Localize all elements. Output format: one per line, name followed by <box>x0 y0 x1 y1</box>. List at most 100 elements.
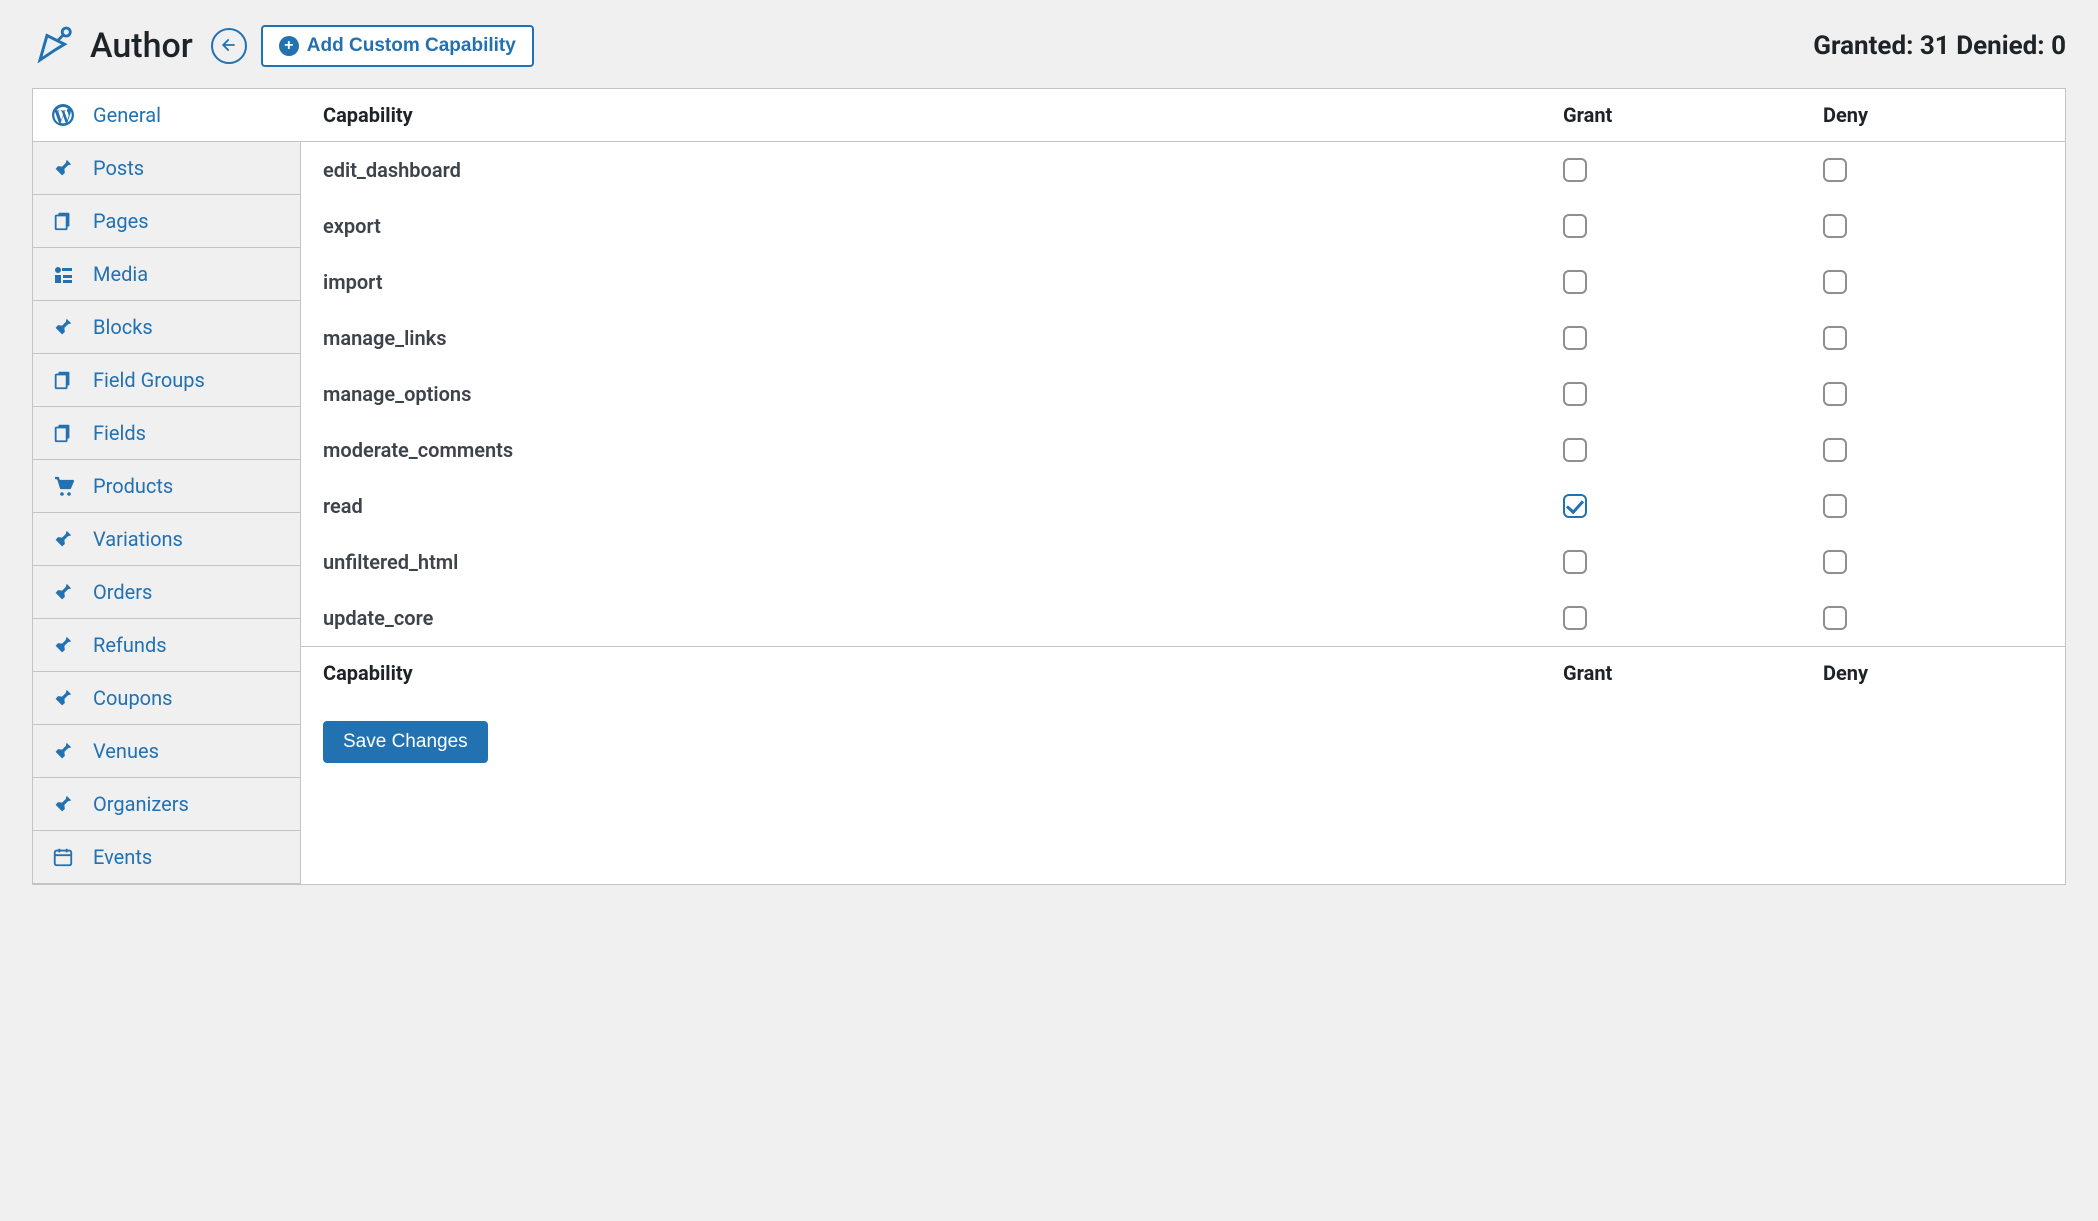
col-grant: Grant <box>1563 103 1823 127</box>
capability-name: export <box>323 214 1563 238</box>
sidebar-item-blocks[interactable]: Blocks <box>33 301 300 354</box>
deny-checkbox[interactable] <box>1823 158 1847 182</box>
deny-cell <box>1823 550 2043 574</box>
grant-cell <box>1563 550 1823 574</box>
capability-name: unfiltered_html <box>323 550 1563 574</box>
capability-name: import <box>323 270 1563 294</box>
col-grant: Grant <box>1563 661 1823 685</box>
grant-cell <box>1563 494 1823 518</box>
sidebar-item-label: Posts <box>93 156 144 180</box>
capability-row: import <box>301 254 2065 310</box>
sidebar-item-label: Fields <box>93 421 146 445</box>
table-header: Capability Grant Deny <box>301 89 2065 142</box>
deny-checkbox[interactable] <box>1823 550 1847 574</box>
grant-cell <box>1563 270 1823 294</box>
col-capability: Capability <box>323 103 1563 127</box>
main-panel: General Posts Pages Media Blocks Field Groups… <box>32 88 2066 885</box>
sidebar-item-field-groups[interactable]: Field Groups <box>33 354 300 407</box>
page-header: Author + Add Custom Capability Granted: … <box>0 0 2098 88</box>
deny-checkbox[interactable] <box>1823 606 1847 630</box>
sidebar-item-venues[interactable]: Venues <box>33 725 300 778</box>
grant-checkbox[interactable] <box>1563 326 1587 350</box>
sidebar-item-coupons[interactable]: Coupons <box>33 672 300 725</box>
back-button[interactable] <box>211 28 247 64</box>
calendar-icon <box>51 845 75 869</box>
capability-row: moderate_comments <box>301 422 2065 478</box>
sidebar-item-products[interactable]: Products <box>33 460 300 513</box>
capability-row: read <box>301 478 2065 534</box>
sidebar-item-label: Refunds <box>93 633 167 657</box>
deny-cell <box>1823 606 2043 630</box>
grant-checkbox[interactable] <box>1563 550 1587 574</box>
capability-name: moderate_comments <box>323 438 1563 462</box>
sidebar-item-pages[interactable]: Pages <box>33 195 300 248</box>
sidebar-item-label: Media <box>93 262 148 286</box>
sidebar-item-orders[interactable]: Orders <box>33 566 300 619</box>
page-title: Author <box>90 26 193 66</box>
pin-icon <box>51 315 75 339</box>
sidebar-item-label: Variations <box>93 527 183 551</box>
sidebar-item-posts[interactable]: Posts <box>33 142 300 195</box>
grant-checkbox[interactable] <box>1563 494 1587 518</box>
col-deny: Deny <box>1823 661 2043 685</box>
deny-cell <box>1823 158 2043 182</box>
sidebar-item-label: Orders <box>93 580 152 604</box>
granted-count: 31 <box>1920 31 1950 61</box>
capability-row: edit_dashboard <box>301 142 2065 198</box>
sidebar-item-media[interactable]: Media <box>33 248 300 301</box>
grant-checkbox[interactable] <box>1563 438 1587 462</box>
pin-icon <box>51 156 75 180</box>
capability-row: unfiltered_html <box>301 534 2065 590</box>
grant-checkbox[interactable] <box>1563 382 1587 406</box>
sidebar-item-label: Blocks <box>93 315 153 339</box>
sidebar-item-organizers[interactable]: Organizers <box>33 778 300 831</box>
grant-cell <box>1563 326 1823 350</box>
pin-icon <box>51 580 75 604</box>
deny-checkbox[interactable] <box>1823 270 1847 294</box>
role-icon <box>32 24 76 68</box>
grant-checkbox[interactable] <box>1563 270 1587 294</box>
cart-icon <box>51 474 75 498</box>
col-capability: Capability <box>323 661 1563 685</box>
pin-icon <box>51 739 75 763</box>
sidebar-item-label: Coupons <box>93 686 172 710</box>
grant-checkbox[interactable] <box>1563 214 1587 238</box>
deny-cell <box>1823 214 2043 238</box>
sidebar-item-label: Organizers <box>93 792 189 816</box>
save-changes-button[interactable]: Save Changes <box>323 721 488 763</box>
capability-name: read <box>323 494 1563 518</box>
capability-table: Capability Grant Deny edit_dashboardexpo… <box>301 89 2065 699</box>
sidebar: General Posts Pages Media Blocks Field Groups… <box>33 89 301 884</box>
sidebar-item-label: General <box>93 103 161 127</box>
denied-count: 0 <box>2051 31 2066 61</box>
add-custom-capability-button[interactable]: + Add Custom Capability <box>261 25 534 67</box>
sidebar-item-refunds[interactable]: Refunds <box>33 619 300 672</box>
grant-cell <box>1563 158 1823 182</box>
sidebar-item-events[interactable]: Events <box>33 831 300 884</box>
plus-circle-icon: + <box>279 36 299 56</box>
deny-checkbox[interactable] <box>1823 326 1847 350</box>
capability-name: manage_options <box>323 382 1563 406</box>
deny-checkbox[interactable] <box>1823 382 1847 406</box>
pin-icon <box>51 633 75 657</box>
grant-checkbox[interactable] <box>1563 158 1587 182</box>
pin-icon <box>51 686 75 710</box>
sidebar-item-fields[interactable]: Fields <box>33 407 300 460</box>
deny-cell <box>1823 270 2043 294</box>
copy-icon <box>51 421 75 445</box>
sidebar-item-label: Field Groups <box>93 368 205 392</box>
arrow-left-icon <box>219 35 239 58</box>
grant-cell <box>1563 606 1823 630</box>
deny-checkbox[interactable] <box>1823 494 1847 518</box>
capability-name: manage_links <box>323 326 1563 350</box>
pin-icon <box>51 527 75 551</box>
counts-summary: Granted: 31 Denied: 0 <box>1813 31 2066 61</box>
sidebar-item-variations[interactable]: Variations <box>33 513 300 566</box>
sidebar-item-general[interactable]: General <box>33 89 300 142</box>
sidebar-item-label: Events <box>93 845 152 869</box>
grant-checkbox[interactable] <box>1563 606 1587 630</box>
deny-checkbox[interactable] <box>1823 214 1847 238</box>
content-area: Capability Grant Deny edit_dashboardexpo… <box>301 89 2065 884</box>
deny-checkbox[interactable] <box>1823 438 1847 462</box>
deny-cell <box>1823 438 2043 462</box>
